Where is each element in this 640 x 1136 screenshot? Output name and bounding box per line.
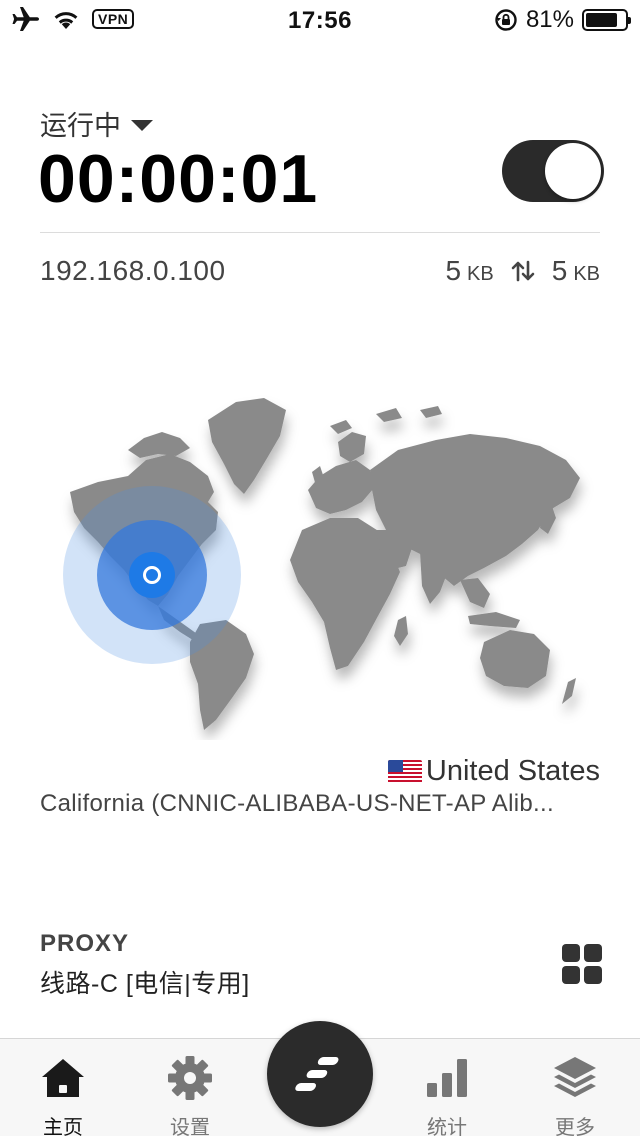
battery-level [586, 13, 617, 27]
location-marker-ring [143, 566, 161, 584]
tab-stats[interactable]: 统计 [397, 1039, 497, 1136]
australia [480, 630, 550, 688]
tab-settings[interactable]: 设置 [140, 1039, 240, 1136]
traffic-stats: 5 KB 5 KB [445, 255, 600, 287]
scandinavia [338, 432, 366, 462]
connection-timer: 00:00:01 [38, 141, 319, 217]
status-text: 运行中 [40, 111, 121, 141]
southeast-asia [460, 578, 490, 608]
download-value: 5 [551, 255, 568, 286]
bar-chart-icon [427, 1059, 467, 1097]
upload-value: 5 [445, 255, 462, 286]
home-icon [42, 1059, 84, 1097]
layers-icon [554, 1057, 596, 1097]
madagascar [394, 616, 408, 646]
connection-toggle[interactable] [502, 140, 604, 202]
center-action-button[interactable] [267, 1021, 373, 1127]
tab-home-label: 主页 [43, 1117, 83, 1136]
status-bar: VPN 17:56 81% [0, 0, 640, 40]
new-zealand [562, 678, 576, 704]
ip-address: 192.168.0.100 [40, 255, 226, 286]
battery-percent: 81% [525, 6, 574, 33]
country-name: United States [425, 755, 600, 787]
canadian-islands [128, 432, 190, 458]
divider [40, 232, 600, 233]
status-dropdown[interactable]: 运行中 [40, 104, 153, 143]
tab-stats-label: 统计 [427, 1117, 467, 1136]
download-unit: KB [573, 263, 600, 285]
caret-down-icon [131, 120, 153, 131]
country-label: United States [387, 755, 600, 788]
region-label: California (CNNIC-ALIBABA-US-NET-AP Alib… [40, 790, 554, 817]
indonesia [468, 612, 520, 628]
upload-unit: KB [467, 263, 494, 285]
us-flag-icon [387, 759, 422, 784]
proxy-line-selector[interactable]: 线路-C [电信|专用] [40, 964, 250, 1000]
rotation-lock-icon [495, 9, 517, 31]
grid-icon[interactable] [562, 944, 602, 984]
logo-icon [295, 1057, 339, 1091]
tab-home[interactable]: 主页 [13, 1039, 113, 1136]
proxy-title: PROXY [40, 930, 130, 957]
greenland [208, 398, 286, 494]
gear-icon [168, 1056, 212, 1100]
tab-more[interactable]: 更多 [525, 1039, 625, 1136]
tab-more-label: 更多 [555, 1117, 595, 1136]
battery-icon [582, 9, 631, 31]
toggle-knob [545, 143, 601, 199]
status-bar-right: 81% [494, 6, 631, 34]
arctic-islands [330, 406, 442, 434]
swap-arrows-icon [511, 260, 535, 282]
tab-settings-label: 设置 [170, 1117, 210, 1136]
